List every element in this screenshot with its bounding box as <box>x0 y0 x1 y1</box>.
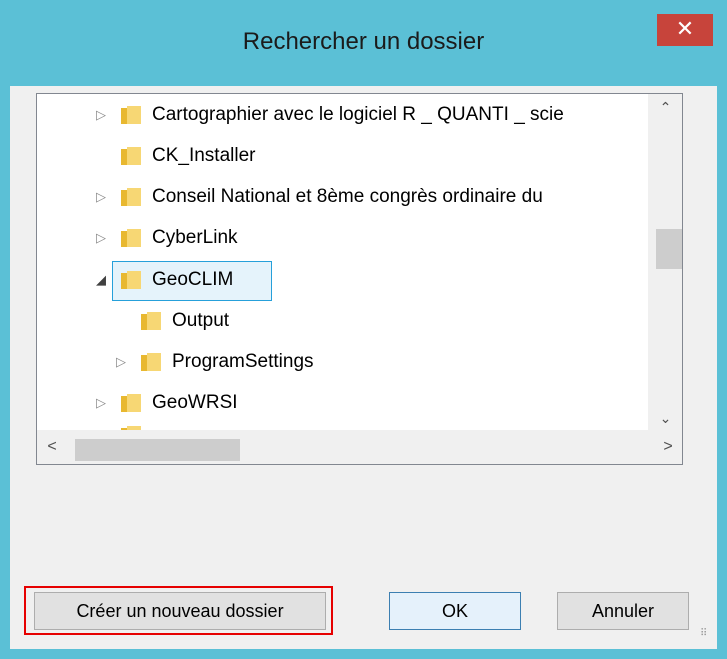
tree-item[interactable]: ▷ Conseil National et 8ème congrès ordin… <box>37 179 657 215</box>
expand-icon[interactable]: ▷ <box>114 354 128 370</box>
vertical-scroll-thumb[interactable] <box>656 229 682 269</box>
tree-item[interactable]: Output <box>37 303 657 339</box>
horizontal-scroll-thumb[interactable] <box>75 439 240 461</box>
tree-item-label: Conseil National et 8ème congrès ordinai… <box>152 186 543 207</box>
scroll-right-button[interactable]: > <box>653 430 682 464</box>
scroll-up-button[interactable]: ⌃ <box>649 94 682 120</box>
close-icon: ✕ <box>675 16 695 41</box>
folder-icon <box>121 147 141 165</box>
folder-icon <box>121 229 141 247</box>
tree-item-label: GeoCLIM <box>152 269 234 290</box>
tree-item-label: Cartographier avec le logiciel R _ QUANT… <box>152 104 564 125</box>
tree-item[interactable]: ▷ CyberLink <box>37 220 657 256</box>
tree-item-label: CyberLink <box>152 227 238 248</box>
tree-item[interactable]: ▷ GeoWRSI <box>37 385 657 421</box>
tree-item-label: Output <box>172 310 230 331</box>
folder-icon <box>141 353 161 371</box>
folder-tree[interactable]: ▷ Cartographier avec le logiciel R _ QUA… <box>36 93 683 465</box>
tree-item-label: GeoWRSI <box>152 392 238 413</box>
expand-icon[interactable]: ▷ <box>94 395 108 411</box>
folder-icon <box>121 394 141 412</box>
folder-icon <box>121 188 141 206</box>
scroll-down-button[interactable]: ⌄ <box>649 405 682 431</box>
expand-icon[interactable]: ▷ <box>94 230 108 246</box>
folder-open-icon <box>121 271 141 289</box>
ok-button[interactable]: OK <box>389 592 521 630</box>
tree-item-label: CK_Installer <box>152 145 256 166</box>
tree-item[interactable]: CK_Installer <box>37 138 657 174</box>
vertical-scrollbar[interactable]: ⌃ ⌄ <box>648 94 682 431</box>
cancel-button[interactable]: Annuler <box>557 592 689 630</box>
folder-icon <box>141 312 161 330</box>
folder-icon <box>121 106 141 124</box>
resize-grip-icon[interactable]: ⠿ <box>700 629 714 644</box>
expand-icon[interactable]: ▷ <box>94 189 108 205</box>
title-bar[interactable]: Rechercher un dossier ✕ <box>0 0 727 86</box>
browse-folder-dialog: Rechercher un dossier ✕ ▷ Cartographier … <box>0 0 727 659</box>
expand-icon[interactable]: ▷ <box>94 107 108 123</box>
collapse-icon[interactable]: ◢ <box>94 272 108 288</box>
tree-item-label: ProgramSettings <box>172 351 314 372</box>
tree-item[interactable]: ▷ ProgramSettings <box>37 344 657 380</box>
tree-item-selected[interactable]: ◢ GeoCLIM <box>37 262 657 298</box>
dialog-title: Rechercher un dossier <box>242 28 485 55</box>
annotation-highlight-box <box>24 586 333 635</box>
horizontal-scrollbar[interactable]: < > <box>37 430 682 464</box>
tree-item[interactable]: ▷ Cartographier avec le logiciel R _ QUA… <box>37 97 657 133</box>
scroll-left-button[interactable]: < <box>37 430 67 464</box>
close-button[interactable]: ✕ <box>657 14 713 46</box>
